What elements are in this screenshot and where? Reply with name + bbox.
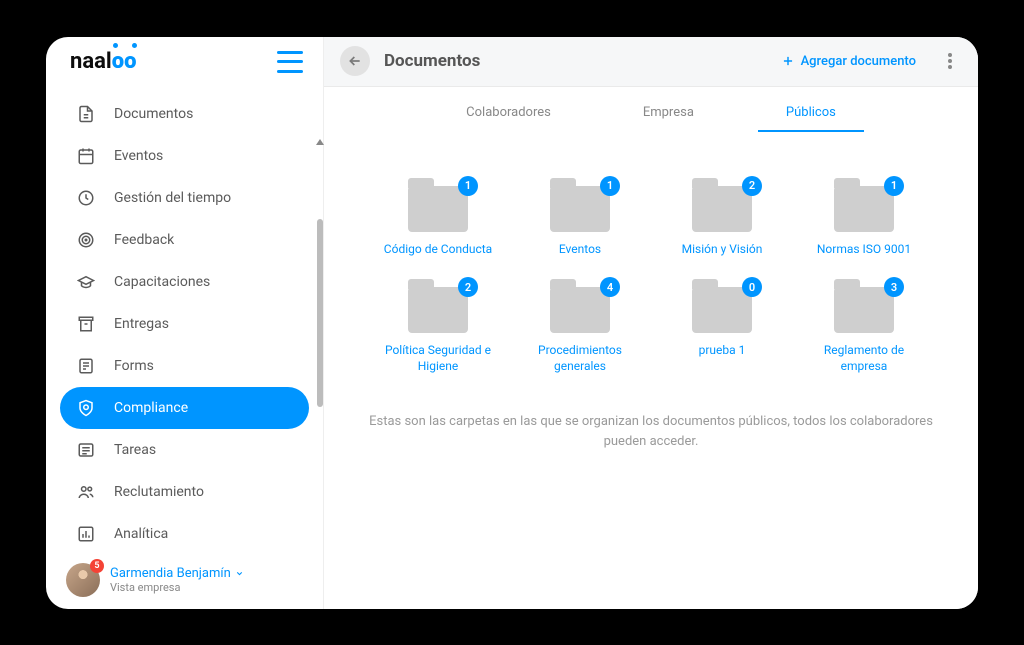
calendar-icon (76, 146, 96, 166)
nav-label: Eventos (114, 148, 163, 164)
folder-count-badge: 4 (600, 277, 620, 297)
tab-empresa[interactable]: Empresa (621, 95, 716, 132)
user-menu[interactable]: 5 Garmendia Benjamín Vista empresa (46, 551, 323, 609)
avatar: 5 (66, 563, 100, 597)
folder-icon (834, 287, 894, 333)
folder-label: Código de Conducta (384, 242, 492, 258)
sidebar-item-tiempo[interactable]: Gestión del tiempo (60, 177, 309, 219)
clock-icon (76, 188, 96, 208)
scroll-up-icon (316, 139, 324, 145)
folder-icon (408, 186, 468, 232)
nav-label: Documentos (114, 106, 193, 122)
chevron-down-icon (235, 569, 244, 578)
folder-count-badge: 1 (884, 176, 904, 196)
archive-icon (76, 314, 96, 334)
folder-label: Reglamento de empresa (807, 343, 921, 374)
main: Documentos Agregar documento Colaborador… (324, 37, 978, 609)
folder-mision-vision[interactable]: 2 Misión y Visión (665, 186, 779, 258)
nav-label: Capacitaciones (114, 274, 210, 290)
folder-icon (550, 287, 610, 333)
nav-label: Gestión del tiempo (114, 190, 231, 206)
arrow-left-icon (347, 53, 363, 69)
brand-part2: oo (112, 49, 137, 74)
add-document-button[interactable]: Agregar documento (781, 54, 916, 69)
shield-icon (76, 398, 96, 418)
folder-icon (408, 287, 468, 333)
nav: Documentos Eventos Gestión del tiempo Fe… (46, 87, 323, 551)
nav-label: Entregas (114, 316, 169, 332)
nav-label: Analítica (114, 526, 168, 542)
folder-politica-seguridad[interactable]: 2 Política Seguridad e Higiene (381, 287, 495, 374)
folder-reglamento[interactable]: 3 Reglamento de empresa (807, 287, 921, 374)
folder-count-badge: 2 (742, 176, 762, 196)
folder-label: Misión y Visión (682, 242, 763, 258)
sidebar-item-compliance[interactable]: Compliance (60, 387, 309, 429)
nav-label: Forms (114, 358, 154, 374)
app-window: naaloo Documentos Eventos Gestión del ti… (46, 37, 978, 609)
sidebar-scrollbar[interactable] (317, 87, 323, 609)
folder-count-badge: 1 (600, 176, 620, 196)
tabs: Colaboradores Empresa Públicos (324, 87, 978, 132)
folder-count-badge: 2 (458, 277, 478, 297)
folder-codigo-conducta[interactable]: 1 Código de Conducta (381, 186, 495, 258)
folder-count-badge: 3 (884, 277, 904, 297)
folder-grid: 1 Código de Conducta 1 Eventos 2 Misión … (331, 132, 971, 385)
brand-part1: naal (70, 49, 112, 74)
folder-label: Procedimientos generales (523, 343, 637, 374)
sidebar-item-capacitaciones[interactable]: Capacitaciones (60, 261, 309, 303)
scroll-thumb[interactable] (317, 219, 323, 407)
menu-toggle-icon[interactable] (277, 51, 303, 73)
folder-icon (692, 186, 752, 232)
folder-icon (834, 186, 894, 232)
folder-prueba-1[interactable]: 0 prueba 1 (665, 287, 779, 374)
notification-badge: 5 (90, 559, 104, 573)
more-menu-button[interactable] (938, 49, 962, 73)
target-icon (76, 230, 96, 250)
folder-label: Normas ISO 9001 (817, 242, 911, 258)
nav-label: Reclutamiento (114, 484, 204, 500)
sidebar: naaloo Documentos Eventos Gestión del ti… (46, 37, 324, 609)
folder-icon (550, 186, 610, 232)
nav-label: Tareas (114, 442, 156, 458)
sidebar-item-documentos[interactable]: Documentos (60, 93, 309, 135)
sidebar-item-entregas[interactable]: Entregas (60, 303, 309, 345)
user-subtitle: Vista empresa (110, 581, 244, 594)
list-icon (76, 440, 96, 460)
nav-label: Feedback (114, 232, 174, 248)
tab-publicos[interactable]: Públicos (764, 95, 858, 132)
nav-label: Compliance (114, 400, 188, 416)
folder-label: Eventos (559, 242, 601, 258)
tab-colaboradores[interactable]: Colaboradores (444, 95, 573, 132)
folder-count-badge: 0 (742, 277, 762, 297)
kebab-icon (948, 53, 952, 69)
sidebar-item-analitica[interactable]: Analítica (60, 513, 309, 551)
sidebar-header: naaloo (46, 37, 323, 87)
folder-icon (692, 287, 752, 333)
sidebar-item-forms[interactable]: Forms (60, 345, 309, 387)
back-button[interactable] (340, 46, 370, 76)
folder-eventos[interactable]: 1 Eventos (523, 186, 637, 258)
user-name: Garmendia Benjamín (110, 566, 244, 581)
sidebar-item-tareas[interactable]: Tareas (60, 429, 309, 471)
folder-label: Política Seguridad e Higiene (381, 343, 495, 374)
add-document-label: Agregar documento (801, 54, 916, 69)
sidebar-item-feedback[interactable]: Feedback (60, 219, 309, 261)
plus-icon (781, 54, 795, 68)
file-icon (76, 104, 96, 124)
helper-text: Estas son las carpetas en las que se org… (324, 384, 978, 471)
form-icon (76, 356, 96, 376)
folder-count-badge: 1 (458, 176, 478, 196)
folder-procedimientos[interactable]: 4 Procedimientos generales (523, 287, 637, 374)
page-title: Documentos (384, 51, 480, 71)
topbar: Documentos Agregar documento (324, 37, 978, 87)
folder-normas-iso[interactable]: 1 Normas ISO 9001 (807, 186, 921, 258)
sidebar-item-eventos[interactable]: Eventos (60, 135, 309, 177)
folder-label: prueba 1 (699, 343, 746, 359)
chart-icon (76, 524, 96, 544)
content: Colaboradores Empresa Públicos 1 Código … (324, 87, 978, 609)
sidebar-item-reclutamiento[interactable]: Reclutamiento (60, 471, 309, 513)
people-icon (76, 482, 96, 502)
graduation-icon (76, 272, 96, 292)
brand-logo[interactable]: naaloo (70, 49, 136, 74)
